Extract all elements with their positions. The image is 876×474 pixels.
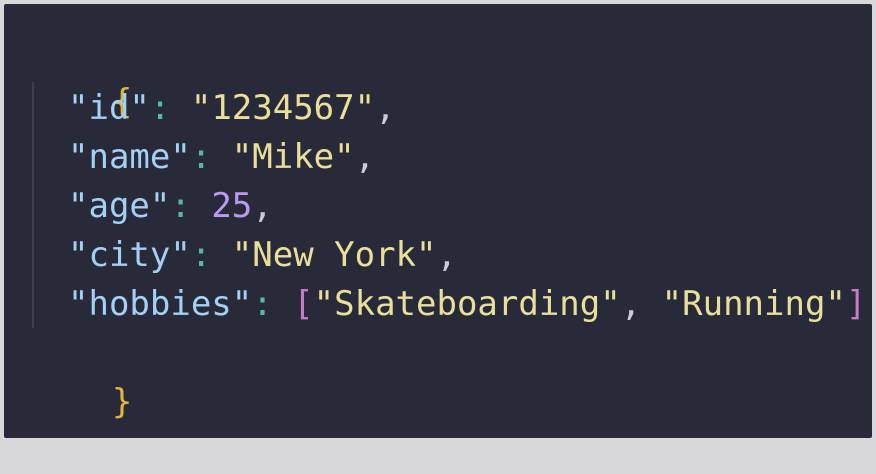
colon: : <box>170 186 212 226</box>
code-line-close: } <box>30 330 132 422</box>
json-array-item: "Running" <box>661 284 846 324</box>
array-separator: , <box>620 284 662 324</box>
json-value-id: "1234567" <box>190 88 376 128</box>
code-line-hobbies: "hobbies": ["Skateboarding", "Running"] <box>68 280 866 328</box>
array-open-bracket: [ <box>293 284 314 324</box>
code-editor: { "id": "1234567", "name": "Mike", "age"… <box>4 4 872 438</box>
comma: , <box>436 235 457 275</box>
json-key-age: "age" <box>68 186 171 226</box>
json-value-age: 25 <box>211 186 253 226</box>
code-line-id: "id": "1234567", <box>68 84 396 132</box>
json-value-name: "Mike" <box>231 137 355 177</box>
colon: : <box>190 235 232 275</box>
json-key-city: "city" <box>68 235 191 275</box>
json-array-item: "Skateboarding" <box>313 284 621 324</box>
colon: : <box>252 284 294 324</box>
code-line-name: "name": "Mike", <box>68 133 375 181</box>
close-brace: } <box>111 382 133 422</box>
json-key-name: "name" <box>68 137 191 177</box>
json-key-id: "id" <box>68 88 150 128</box>
code-line-open: { <box>30 30 132 122</box>
array-close-bracket: ] <box>845 284 867 324</box>
code-line-city: "city": "New York", <box>68 231 457 279</box>
comma: , <box>375 88 396 128</box>
colon: : <box>149 88 191 128</box>
json-value-city: "New York" <box>231 235 437 275</box>
code-line-age: "age": 25, <box>68 182 273 230</box>
comma: , <box>354 137 376 177</box>
colon: : <box>190 137 232 177</box>
comma: , <box>252 186 273 226</box>
json-key-hobbies: "hobbies" <box>68 284 253 324</box>
